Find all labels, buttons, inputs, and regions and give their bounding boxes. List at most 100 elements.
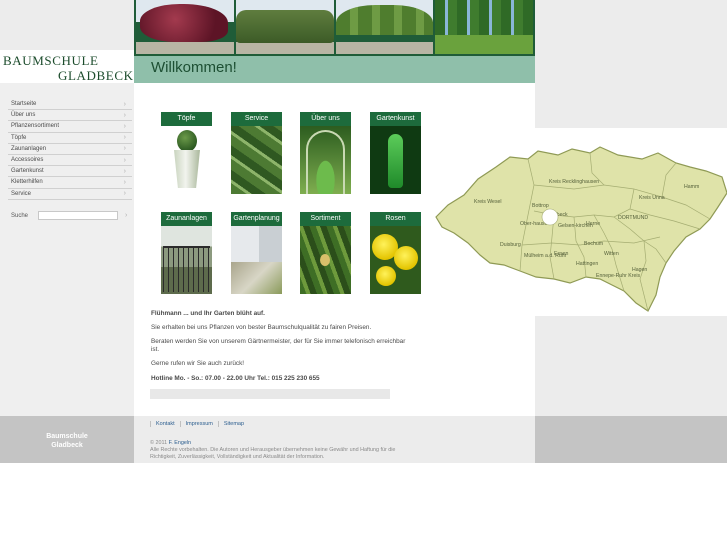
plant-image: [300, 226, 351, 294]
sidebar-nav: Startseite › Über uns › Pflanzensortiment ›…: [8, 99, 132, 200]
tile-label: Sortiment: [300, 212, 351, 226]
site-logo[interactable]: BAUMSCHULE GLADBECK: [0, 50, 134, 83]
footer-brand: Baumschule Gladbeck: [0, 432, 134, 450]
region-map[interactable]: Kreis Recklinghausen Hamm Kreis Unna DOR…: [434, 145, 727, 315]
sidebar-item-label: Zaunanlagen: [11, 145, 47, 152]
sidebar-item-gartenkunst[interactable]: Gartenkunst ›: [8, 166, 132, 178]
sidebar-item-label: Töpfe: [11, 134, 27, 141]
page: BAUMSCHULE GLADBECK Willkommen! Startsei…: [0, 0, 727, 545]
footer-link-impressum[interactable]: Impressum: [179, 421, 218, 427]
sidebar-item-kletterhilfen[interactable]: Kletterhilfen ›: [8, 177, 132, 189]
chevron-right-icon: ›: [123, 122, 126, 130]
chevron-right-icon: ›: [123, 111, 126, 119]
sidebar-item-toepfe[interactable]: Töpfe ›: [8, 133, 132, 144]
search-submit-icon[interactable]: ›: [125, 212, 127, 219]
sidebar-item-startseite[interactable]: Startseite ›: [8, 99, 132, 111]
tile-service[interactable]: Service: [231, 112, 282, 194]
background-band: [535, 316, 727, 416]
tile-label: Zaunanlagen: [161, 212, 212, 226]
copyright-disclaimer: Alle Rechte vorbehalten. Die Autoren und…: [150, 447, 396, 460]
map-label-bochum: Bochum: [584, 241, 603, 247]
sidebar-item-pflanzensortiment[interactable]: Pflanzensortiment ›: [8, 121, 132, 133]
hedge-photo: [235, 0, 334, 54]
footer-copyright: © 2011 F. Engeln Alle Rechte vorbehalten…: [150, 440, 410, 461]
logo-line-2: GLADBECK: [58, 68, 134, 83]
sidebar-item-ueber-uns[interactable]: Über uns ›: [8, 110, 132, 122]
tile-zaunanlagen[interactable]: Zaunanlagen: [161, 212, 212, 294]
greenhouse-image: [300, 126, 351, 194]
sidebar-item-accessoires[interactable]: Accessoires ›: [8, 155, 132, 167]
map-label-kreis-wesel: Kreis Wesel: [474, 199, 502, 205]
map-label-muelheim: Mülheim a.d. Ruhr: [524, 253, 567, 259]
tile-label: Töpfe: [161, 112, 212, 126]
map-label-ennepe-ruhr-kreis: Ennepe-Ruhr Kreis: [596, 273, 641, 279]
sidebar-item-label: Accessoires: [11, 157, 44, 164]
tile-label: Rosen: [370, 212, 421, 226]
statue-image: [370, 126, 421, 194]
logo-line-1: BAUMSCHULE: [3, 53, 99, 68]
tile-label: Service: [231, 112, 282, 126]
footer-links: Kontakt Impressum Sitemap: [150, 421, 249, 427]
tile-label: Gartenplanung: [231, 212, 282, 226]
chevron-right-icon: ›: [123, 167, 126, 175]
topiary-pot-image: [161, 126, 212, 194]
chevron-right-icon: ›: [123, 100, 126, 108]
content-paragraph-3: Gerne rufen wir Sie auch zurück!: [151, 360, 245, 367]
chevron-right-icon: ›: [123, 178, 126, 186]
tile-gartenkunst[interactable]: Gartenkunst: [370, 112, 421, 194]
tile-label: Gartenkunst: [370, 112, 421, 126]
tile-rosen[interactable]: Rosen: [370, 212, 421, 294]
sidebar-item-label: Startseite: [11, 101, 37, 108]
roses-image: [370, 226, 421, 294]
header-photo-strip: [134, 0, 535, 56]
chevron-right-icon: ›: [123, 145, 126, 153]
copyright-prefix: © 2011: [150, 440, 168, 446]
content-divider-bar: [150, 389, 390, 399]
sidebar-item-label: Kletterhilfen: [11, 179, 43, 186]
background-band: [0, 0, 134, 50]
background-band: [535, 0, 727, 128]
avenue-photo: [335, 0, 434, 54]
footer-brand-line-2: Gladbeck: [51, 442, 83, 449]
search-row: Suche ›: [11, 211, 129, 220]
gladbeck-marker[interactable]: [541, 208, 559, 226]
chevron-right-icon: ›: [123, 156, 126, 164]
search-input[interactable]: [38, 211, 119, 220]
content-headline: Flühmann ... und Ihr Garten blüht auf.: [151, 310, 265, 317]
map-label-witten: Witten: [604, 251, 619, 257]
footer-right-block: [535, 416, 727, 463]
tile-gartenplanung[interactable]: Gartenplanung: [231, 212, 282, 294]
tile-label: Über uns: [300, 112, 351, 126]
map-region-outline: [435, 146, 727, 312]
sidebar-item-label: Pflanzensortiment: [11, 123, 60, 130]
sidebar-item-label: Über uns: [11, 112, 36, 119]
sidebar-item-zaunanlagen[interactable]: Zaunanlagen ›: [8, 144, 132, 155]
content-paragraph-2: Beraten werden Sie von unserem Gärtnerme…: [151, 338, 406, 353]
fence-image: [161, 226, 212, 294]
map-label-hamm: Hamm: [684, 184, 699, 190]
page-title: Willkommen!: [151, 59, 237, 76]
map-label-kreis-recklinghausen: Kreis Recklinghausen: [549, 179, 599, 185]
leaves-image: [231, 126, 282, 194]
map-label-hattingen: Hattingen: [576, 261, 598, 267]
chevron-right-icon: ›: [123, 134, 126, 142]
tile-sortiment[interactable]: Sortiment: [300, 212, 351, 294]
garden-bed-image: [231, 226, 282, 294]
map-label-kreis-unna: Kreis Unna: [639, 195, 665, 201]
map-label-bottrop: Bottrop: [532, 203, 549, 209]
sidebar-item-service[interactable]: Service ›: [8, 189, 132, 200]
map-label-dortmund: DORTMUND: [618, 215, 648, 221]
copyright-author-link[interactable]: F. Engeln: [169, 440, 191, 446]
tile-toepfe[interactable]: Töpfe: [161, 112, 212, 194]
tile-ueber-uns[interactable]: Über uns: [300, 112, 351, 194]
map-label-herne: Herne: [586, 221, 600, 227]
footer-brand-line-1: Baumschule: [46, 433, 88, 440]
footer-link-kontakt[interactable]: Kontakt: [150, 421, 180, 427]
tree-rows-photo: [435, 0, 533, 54]
search-label: Suche: [11, 212, 29, 219]
welcome-banner: Willkommen!: [134, 56, 535, 83]
sidebar-item-label: Gartenkunst: [11, 168, 44, 175]
chevron-right-icon: ›: [123, 190, 126, 198]
tree-photo-1: [136, 0, 234, 54]
footer-link-sitemap[interactable]: Sitemap: [217, 421, 249, 427]
